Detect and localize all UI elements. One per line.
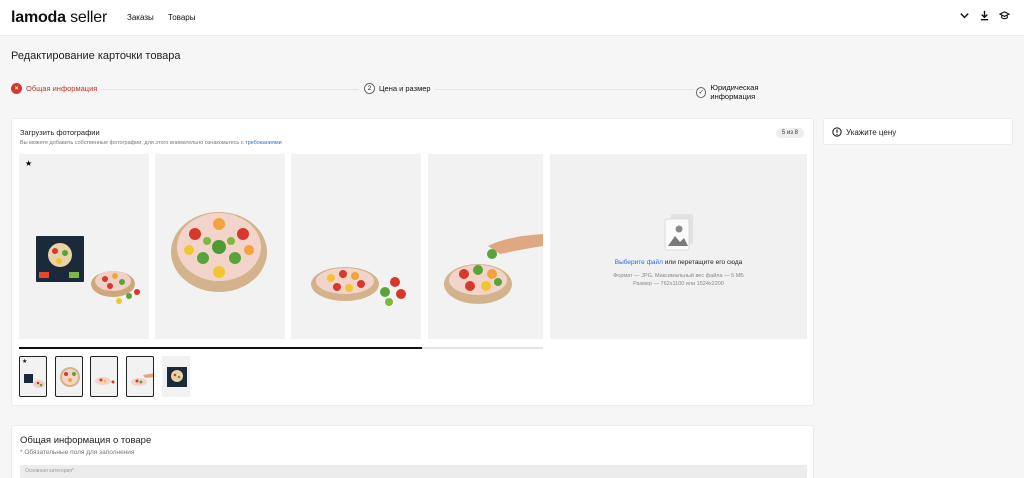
step-price-size[interactable]: 2 Цена и размер (362, 83, 435, 94)
upload-title: Загрузить фотографии (20, 128, 100, 137)
file-drop-zone[interactable]: Выберите файл или перетащите его сюда Фо… (550, 154, 807, 339)
choose-file-link[interactable]: Выберите файл (615, 259, 663, 266)
check-icon: ✓ (696, 86, 707, 98)
thumbnail-2[interactable] (55, 356, 83, 397)
step-connector (99, 89, 359, 90)
photo-scrollbar[interactable] (19, 347, 543, 349)
photo-upload-card: Загрузить фотографии Вы можете добавить … (11, 118, 814, 406)
main-thumbnail-star-icon: ★ (22, 359, 28, 365)
drop-format: Формат — JPG. Максимальный вес файла — 5… (613, 273, 744, 279)
step-label: Юридическая информация (710, 83, 759, 101)
required-fields-note: * Обязательные поля для заполнения (20, 449, 135, 456)
step-label: Общая информация (26, 84, 98, 93)
upload-hint: Вы можете добавить собственные фотографи… (20, 140, 282, 146)
info-icon (832, 127, 842, 137)
product-photo-1[interactable]: ★ (19, 154, 149, 339)
product-photo-3[interactable] (291, 154, 421, 339)
drop-instruction: Выберите файл или перетащите его сюда (550, 259, 807, 266)
page-title: Редактирование карточки товара (11, 50, 181, 62)
photo-count-badge: 5 из 8 (775, 128, 804, 138)
price-warning-text: Укажите цену (846, 128, 897, 137)
product-photo-4[interactable] (428, 154, 543, 339)
drop-instruction-text: или перетащите его сюда (662, 259, 743, 266)
main-category-field[interactable]: Основная категория* (20, 465, 807, 478)
logo-suffix: seller (65, 9, 108, 26)
upload-hint-text: Вы можете добавить собственные фотографи… (20, 140, 246, 146)
thumbnail-1[interactable]: ★ (19, 356, 47, 397)
main-photo-star-icon: ★ (25, 159, 33, 168)
download-icon[interactable] (979, 10, 990, 21)
step-label: Цена и размер (379, 84, 431, 93)
stepper: × Общая информация 2 Цена и размер ✓ Юри… (11, 83, 803, 101)
main-nav: Заказы Товары (127, 13, 208, 22)
image-placeholder-icon (664, 214, 693, 251)
graduation-cap-icon[interactable] (999, 10, 1010, 21)
price-warning-panel[interactable]: Укажите цену (823, 118, 1013, 145)
general-info-card: Общая информация о товаре * Обязательные… (11, 425, 814, 478)
logo[interactable]: lamoda seller (11, 9, 107, 27)
drop-size: Размер — 762x1100 или 1524x2200 (633, 281, 724, 287)
nav-orders[interactable]: Заказы (127, 13, 154, 22)
step-number: 2 (364, 83, 375, 94)
product-photo-2[interactable] (155, 154, 285, 339)
thumbnail-3[interactable] (90, 356, 118, 397)
main-category-placeholder: Основная категория* (25, 468, 74, 474)
thumbnail-4[interactable] (126, 356, 154, 397)
requirements-link[interactable]: требованиями (245, 140, 282, 146)
nav-products[interactable]: Товары (168, 13, 196, 22)
logo-brand: lamoda (11, 9, 66, 26)
header-actions (959, 10, 1010, 21)
step-legal-info[interactable]: ✓ Юридическая информация (694, 83, 803, 101)
chevron-down-icon[interactable] (959, 10, 970, 21)
thumbnail-5[interactable] (162, 356, 190, 397)
step-general-info[interactable]: × Общая информация (11, 83, 102, 94)
scrollbar-thumb[interactable] (19, 347, 423, 349)
drop-requirements: Формат — JPG. Максимальный вес файла — 5… (550, 272, 807, 288)
error-icon: × (11, 83, 22, 94)
step-connector (431, 89, 701, 90)
top-bar: lamoda seller Заказы Товары (0, 0, 1024, 36)
general-info-title: Общая информация о товаре (20, 435, 152, 446)
